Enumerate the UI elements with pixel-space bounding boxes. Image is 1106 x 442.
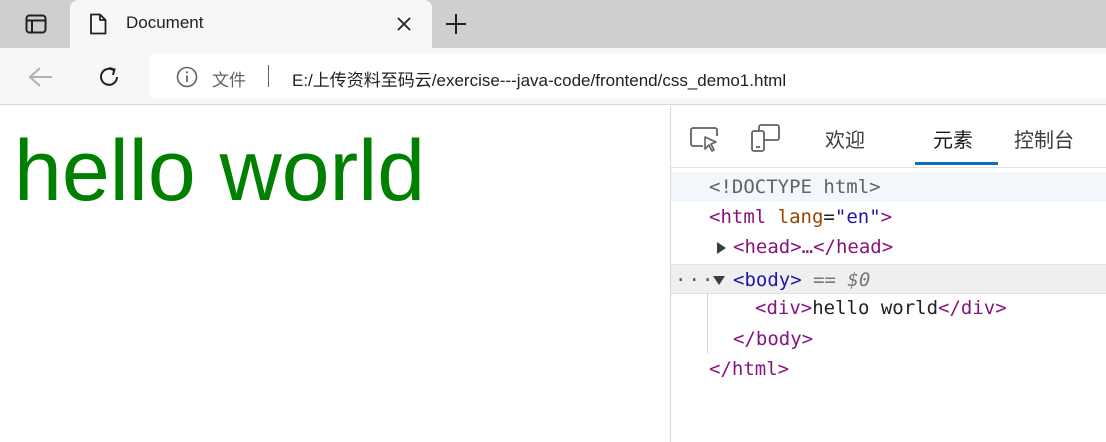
doctype-text: <!DOCTYPE html> <box>709 176 881 198</box>
device-emulation-icon <box>751 124 780 152</box>
dom-node-body-close[interactable]: </body> <box>671 324 1106 354</box>
div-open-tag: <div> <box>755 297 813 319</box>
back-button[interactable] <box>26 62 56 92</box>
div-close-tag: </div> <box>938 297 1007 319</box>
devtools-tab-welcome[interactable]: 欢迎 <box>825 124 865 153</box>
tab-actions-button[interactable] <box>14 12 58 36</box>
body-open-tag: <body> <box>733 269 802 291</box>
device-emulation-button[interactable] <box>749 122 781 154</box>
new-tab-button[interactable] <box>444 12 468 36</box>
address-bar[interactable]: 文件 E:/上传资料至码云/exercise---java-code/front… <box>150 53 1106 99</box>
reload-icon <box>100 67 118 86</box>
tab-strip: Document <box>0 0 1106 48</box>
expand-triangle-icon[interactable] <box>717 241 726 254</box>
reload-button[interactable] <box>94 62 124 92</box>
active-tab-indicator <box>915 162 998 165</box>
inspect-element-button[interactable] <box>689 124 721 154</box>
collapse-triangle-icon[interactable] <box>713 276 725 285</box>
info-icon <box>176 66 198 88</box>
inspect-icon <box>690 127 718 152</box>
html-open-end: > <box>880 206 893 228</box>
html-attr-name: lang <box>777 206 824 228</box>
browser-tab[interactable]: Document <box>70 0 432 48</box>
dom-node-head[interactable]: <head>…</head> <box>671 232 1106 262</box>
page-icon <box>88 12 108 36</box>
site-label: 文件 <box>212 71 246 90</box>
devtools-tab-elements[interactable]: 元素 <box>933 124 973 153</box>
url-text[interactable]: E:/上传资料至码云/exercise---java-code/frontend… <box>292 66 786 91</box>
devtools-tab-console[interactable]: 控制台 <box>1014 124 1074 153</box>
close-icon <box>397 17 411 31</box>
dom-node-body-selected[interactable]: ··· <body> == $0 <box>671 264 1106 294</box>
body-close-tag: </body> <box>733 328 814 350</box>
dom-node-div[interactable]: <div>hello world</div> <box>671 293 1106 323</box>
dom-node-doctype[interactable]: <!DOCTYPE html> <box>671 172 1106 202</box>
devtools-panel: 欢迎 元素 控制台 <!DOCTYPE html> <html lang="en… <box>670 106 1106 442</box>
html-attr-value: "en" <box>834 206 881 228</box>
dom-node-html-close[interactable]: </html> <box>671 354 1106 384</box>
back-arrow-icon <box>28 67 52 87</box>
browser-toolbar: 文件 E:/上传资料至码云/exercise---java-code/front… <box>0 48 1106 105</box>
dom-node-html[interactable]: <html lang="en"> <box>671 202 1106 232</box>
address-separator <box>268 65 269 87</box>
div-text: hello world <box>812 297 939 319</box>
plus-icon <box>446 14 466 34</box>
page-viewport: hello world <box>0 106 670 442</box>
selected-node-marker: == $0 <box>813 269 871 291</box>
html-open-tag: <html <box>709 206 767 228</box>
more-actions-dots[interactable]: ··· <box>675 265 715 295</box>
html-close-tag: </html> <box>709 358 790 380</box>
tab-title: Document <box>126 13 204 32</box>
site-info-button[interactable] <box>176 66 198 88</box>
tab-close-button[interactable] <box>394 14 414 34</box>
html-attr-eq: = <box>823 206 835 228</box>
head-collapsed: <head>…</head> <box>733 236 894 258</box>
devtools-toolbar: 欢迎 元素 控制台 <box>671 106 1106 168</box>
page-hello-text: hello world <box>14 123 426 219</box>
tab-actions-icon <box>25 14 47 34</box>
